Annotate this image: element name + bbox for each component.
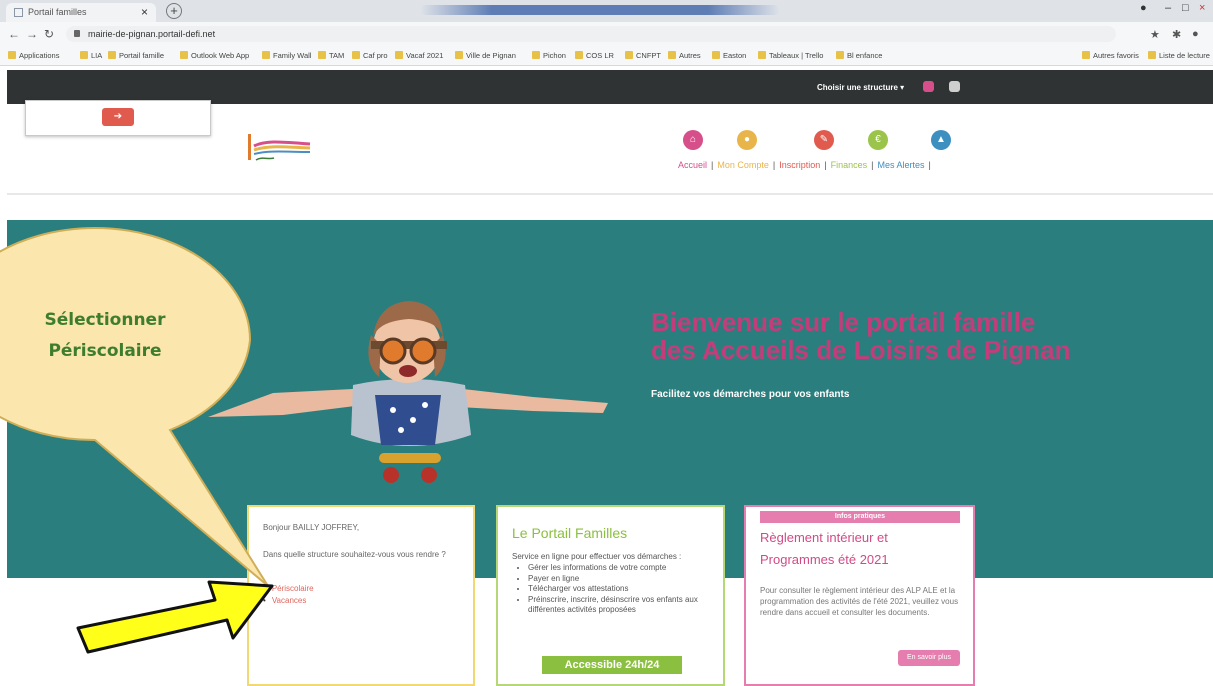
user-greeting: Bonjour BAILLY JOFFREY,	[263, 523, 360, 532]
list-item: Payer en ligne	[528, 574, 713, 585]
hero-title: Bienvenue sur le portail famille des Acc…	[651, 308, 1071, 364]
bookmark-item[interactable]: LIA	[80, 51, 102, 60]
browser-tab-bar: Portail familles × + ● – □ ×	[0, 0, 1213, 22]
bookmark-item[interactable]: Pichon	[532, 51, 566, 60]
choose-structure-dropdown[interactable]: Choisir une structure ▾	[817, 83, 904, 92]
close-window-icon[interactable]: ×	[1199, 2, 1205, 14]
bookmark-item[interactable]: Outlook Web App	[180, 51, 249, 60]
browser-tab[interactable]: Portail familles ×	[6, 3, 156, 22]
hero-subtitle: Facilitez vos démarches pour vos enfants	[651, 389, 850, 400]
list-item: Télécharger vos attestations	[528, 584, 713, 595]
bookmark-item[interactable]: Ville de Pignan	[455, 51, 516, 60]
bookmark-item[interactable]: Liste de lecture	[1148, 51, 1210, 60]
new-tab-button[interactable]: +	[166, 3, 182, 19]
alert-icon: ▲	[931, 130, 951, 150]
profile-icon[interactable]: ●	[1140, 2, 1147, 14]
card-header: Infos pratiques	[760, 511, 960, 523]
reload-icon[interactable]: ↻	[44, 27, 54, 41]
bookmark-item[interactable]: CNFPT	[625, 51, 661, 60]
hero-title-line: Bienvenue sur le portail famille	[651, 307, 1036, 337]
nav-finances-icon[interactable]: €	[868, 130, 888, 150]
account-icon[interactable]: ●	[1192, 28, 1199, 40]
tab-title: Portail familles	[28, 7, 87, 17]
favicon-icon	[14, 8, 23, 17]
nav-accueil-icon[interactable]: ⌂	[683, 130, 703, 150]
tab-bar-blur	[420, 5, 780, 15]
lock-icon	[74, 30, 80, 37]
nav-alertes-icon[interactable]: ▲	[931, 130, 951, 150]
back-icon[interactable]: ←	[8, 27, 20, 41]
option-vacances-link[interactable]: Vacances	[263, 595, 314, 607]
url-text: mairie-de-pignan.portail-defi.net	[88, 29, 216, 39]
portail-familles-card: Le Portail Familles Service en ligne pou…	[496, 505, 725, 686]
bookmark-item[interactable]: Vacaf 2021	[395, 51, 443, 60]
logout-icon[interactable]	[949, 81, 960, 92]
flying-child-illustration	[208, 301, 608, 483]
list-item: Préinscrire, inscrire, désinscrire vos e…	[528, 595, 713, 616]
structure-choice-card: Bonjour BAILLY JOFFREY, Dans quelle stru…	[247, 505, 475, 686]
url-input[interactable]: mairie-de-pignan.portail-defi.net	[66, 26, 1116, 42]
infos-pratiques-card: Infos pratiques Règlement intérieur et P…	[744, 505, 975, 686]
card-title: Le Portail Familles	[512, 525, 628, 541]
accessible-badge: Accessible 24h/24	[542, 656, 682, 674]
bookmarks-bar: Applications LIA Portail famille Outlook…	[0, 46, 1213, 66]
pignan-logo[interactable]	[246, 132, 314, 164]
bookmark-item[interactable]: COS LR	[575, 51, 614, 60]
nav-link-inscription[interactable]: Inscription	[779, 160, 820, 170]
star-icon[interactable]: ★	[1150, 28, 1160, 41]
card-title: Règlement intérieur et Programmes été 20…	[760, 530, 889, 567]
maximize-icon[interactable]: □	[1182, 2, 1189, 14]
calendar-icon[interactable]	[923, 81, 934, 92]
option-periscolaire-link[interactable]: Périscolaire	[263, 583, 314, 595]
login-panel: ➔	[25, 100, 211, 136]
yellow-arrow	[76, 580, 274, 654]
user-icon: ●	[737, 130, 757, 150]
callout-line-2: Périscolaire	[48, 341, 162, 361]
bookmark-item[interactable]: Tableaux | Trello	[758, 51, 823, 60]
euro-icon: €	[868, 130, 888, 150]
address-bar: ← → ↻ mairie-de-pignan.portail-defi.net …	[0, 22, 1213, 46]
minimize-icon[interactable]: –	[1165, 2, 1171, 14]
bookmark-item[interactable]: Family Wall	[262, 51, 311, 60]
home-icon: ⌂	[683, 130, 703, 150]
list-item: Gérer les informations de votre compte	[528, 563, 713, 574]
main-nav: Accueil | Mon Compte | Inscription | Finances |…	[678, 160, 931, 170]
bookmark-item[interactable]: Applications	[8, 51, 59, 60]
extensions-icon[interactable]: ✱	[1172, 28, 1181, 41]
structure-options: Périscolaire Vacances	[263, 583, 314, 607]
pencil-icon: ✎	[814, 130, 834, 150]
card-intro: Service en ligne pour effectuer vos déma…	[512, 552, 682, 561]
bookmark-item[interactable]: Portail famille	[108, 51, 164, 60]
service-list: Gérer les informations de votre compte P…	[528, 563, 713, 616]
header-divider	[7, 193, 1213, 195]
callout-line-1: Sélectionner	[44, 310, 166, 330]
structure-question: Dans quelle structure souhaitez-vous vou…	[263, 550, 446, 559]
bookmark-item[interactable]: TAM	[318, 51, 344, 60]
forward-icon[interactable]: →	[26, 27, 38, 41]
nav-link-finances[interactable]: Finances	[831, 160, 868, 170]
nav-link-mes-alertes[interactable]: Mes Alertes	[877, 160, 924, 170]
bookmark-item[interactable]: Bl enfance	[836, 51, 882, 60]
nav-link-accueil[interactable]: Accueil	[678, 160, 707, 170]
site-top-bar: Choisir une structure ▾	[7, 70, 1213, 104]
learn-more-button[interactable]: En savoir plus	[898, 650, 960, 666]
card-text: Pour consulter le règlement intérieur de…	[760, 586, 959, 617]
bookmark-item[interactable]: Autres	[668, 51, 701, 60]
hero-title-line: des Accueils de Loisirs de Pignan	[651, 335, 1071, 365]
nav-compte-icon[interactable]: ●	[737, 130, 757, 150]
bookmark-item[interactable]: Autres favoris	[1082, 51, 1139, 60]
nav-link-mon-compte[interactable]: Mon Compte	[717, 160, 769, 170]
close-icon[interactable]: ×	[141, 5, 148, 19]
login-button[interactable]: ➔	[102, 108, 134, 126]
nav-inscription-icon[interactable]: ✎	[814, 130, 834, 150]
bookmark-item[interactable]: Easton	[712, 51, 746, 60]
bookmark-item[interactable]: Caf pro	[352, 51, 388, 60]
